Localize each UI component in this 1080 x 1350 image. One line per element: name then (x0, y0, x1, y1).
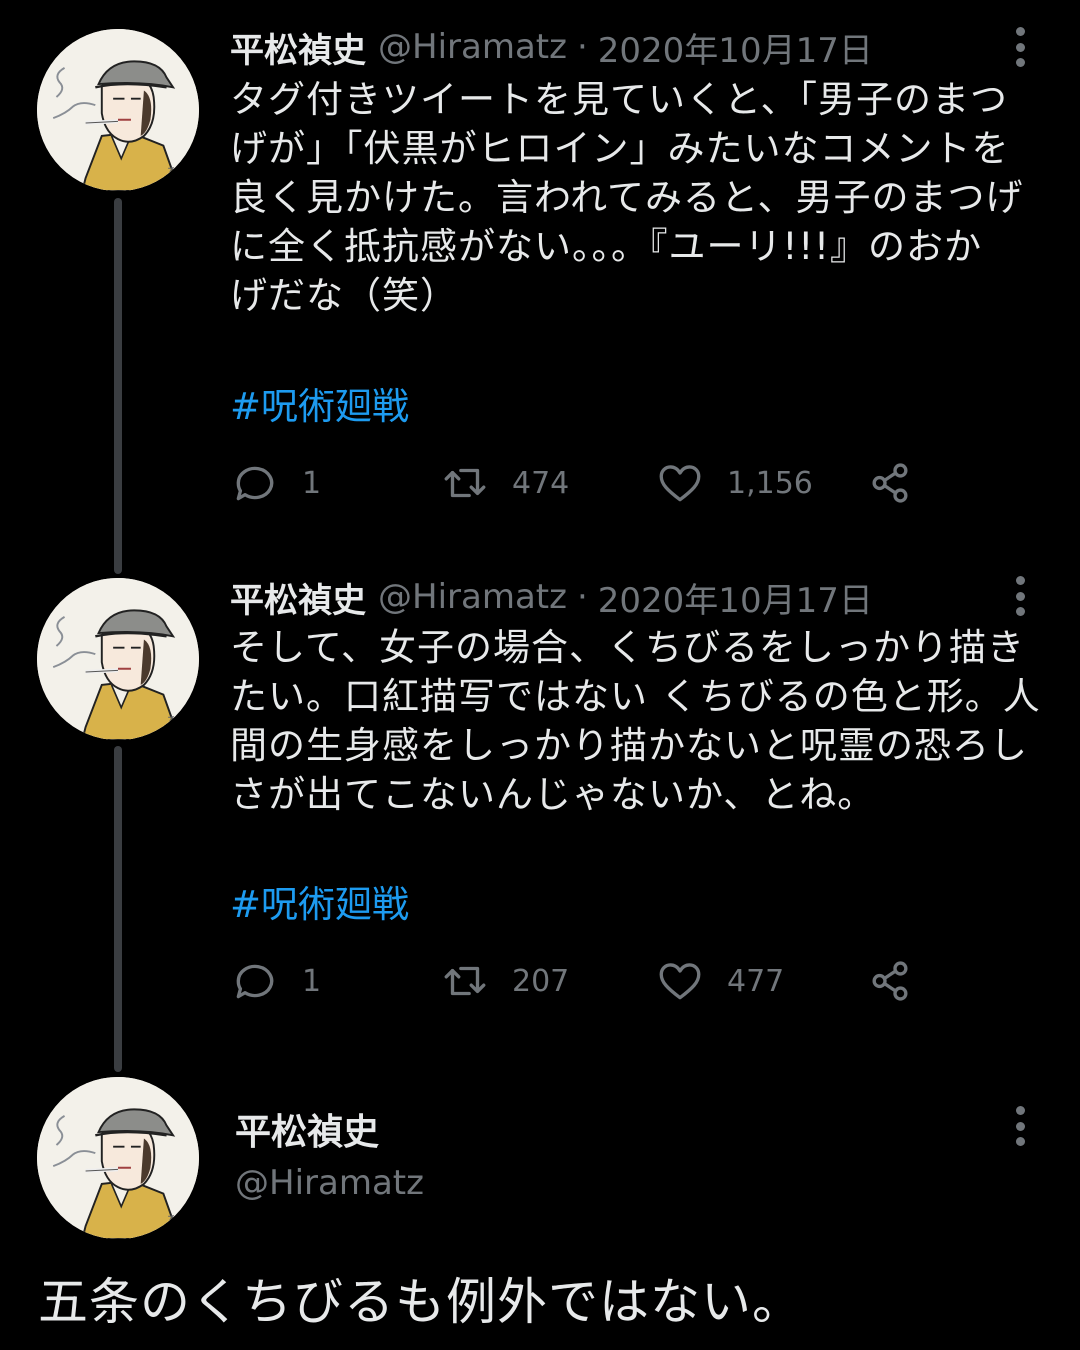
retweet-button[interactable]: 474 (440, 455, 569, 511)
like-icon (659, 963, 701, 1000)
tweet-text: そして、女子の場合、くちびるをしっかり描き たい。口紅描写ではない くちびるの色… (230, 623, 1050, 819)
action-bar: 1 207 477 (230, 953, 930, 1009)
tweet-date[interactable]: 2020年10月17日 (598, 573, 873, 622)
tweet-text-line: 間の生身感をしっかり描かないと呪霊の恐ろし (230, 724, 1028, 767)
tweet-header: 平松禎史 @Hiramatz · 2020年10月17日 (230, 572, 873, 622)
tweet-text-line: げだな（笑） (230, 274, 458, 317)
svg-text:ひ: ひ (167, 1213, 182, 1230)
svg-text:ひ: ひ (167, 165, 182, 182)
thread-line (114, 746, 122, 1072)
avatar-illustration: ひ (37, 29, 199, 191)
tweet-text: タグ付きツイートを見ていくと、「男子のまつ げが」「伏黒がヒロイン」みたいなコメ… (230, 75, 1050, 320)
hashtag-link[interactable]: #呪術廻戦 (230, 874, 409, 928)
separator: · (576, 577, 588, 617)
like-button[interactable]: 1,156 (655, 455, 813, 511)
avatar[interactable]: ひ (37, 578, 199, 740)
main-tweet-text: 五条のくちびるも例外ではない。 (38, 1273, 803, 1331)
retweet-button[interactable]: 207 (440, 953, 569, 1009)
reply-icon (236, 466, 274, 501)
reply-count: 1 (302, 963, 322, 999)
tweet-text-line: さが出てこないんじゃないか、とね。 (230, 773, 876, 816)
tweet-text-line: そして、女子の場合、くちびるをしっかり描き (230, 626, 1026, 669)
share-button[interactable] (865, 953, 915, 1009)
more-icon[interactable] (1005, 1104, 1035, 1148)
reply-button[interactable]: 1 (230, 455, 321, 511)
tweet-header: 平松禎史 @Hiramatz · 2020年10月17日 (230, 22, 873, 72)
retweet-icon (444, 468, 486, 498)
author-name[interactable]: 平松禎史 (230, 23, 366, 72)
author-handle[interactable]: @Hiramatz (378, 577, 567, 617)
avatar[interactable]: ひ (37, 29, 199, 191)
author-handle[interactable]: @Hiramatz (235, 1163, 424, 1203)
author-name[interactable]: 平松禎史 (235, 1103, 379, 1155)
share-icon (872, 961, 908, 1001)
author-handle[interactable]: @Hiramatz (378, 27, 567, 67)
retweet-count: 474 (512, 465, 570, 501)
like-count: 477 (727, 963, 785, 999)
tweet-date[interactable]: 2020年10月17日 (598, 23, 873, 72)
retweet-icon (444, 966, 486, 996)
more-icon[interactable] (1005, 25, 1035, 69)
like-icon (659, 465, 701, 502)
share-icon (872, 463, 908, 503)
reply-button[interactable]: 1 (230, 953, 321, 1009)
hashtag-link[interactable]: #呪術廻戦 (230, 376, 409, 430)
retweet-count: 207 (512, 963, 570, 999)
action-bar: 1 474 1,156 (230, 455, 930, 511)
tweet-text-line: タグ付きツイートを見ていくと、「男子のまつ (230, 78, 1009, 121)
author-name[interactable]: 平松禎史 (230, 573, 366, 622)
like-button[interactable]: 477 (655, 953, 784, 1009)
reply-icon (236, 964, 274, 999)
tweet-text-line: に全く抵抗感がない。。。『ユーリ!!!』のおか (230, 225, 982, 268)
more-icon[interactable] (1005, 574, 1035, 618)
avatar-illustration: ひ (37, 1077, 199, 1239)
reply-count: 1 (302, 465, 322, 501)
avatar-illustration: ひ (37, 578, 199, 740)
tweet-text-line: げが」「伏黒がヒロイン」みたいなコメントを (230, 127, 1010, 170)
tweet-text-line: たい。口紅描写ではない くちびるの色と形。人 (230, 675, 1041, 718)
svg-text:ひ: ひ (167, 714, 182, 731)
like-count: 1,156 (727, 465, 813, 501)
share-button[interactable] (865, 455, 915, 511)
thread-line (114, 198, 122, 574)
separator: · (576, 27, 588, 67)
tweet-text-line: 良く見かけた。言われてみると、男子のまつげ (230, 176, 1024, 219)
avatar[interactable]: ひ (37, 1077, 199, 1239)
